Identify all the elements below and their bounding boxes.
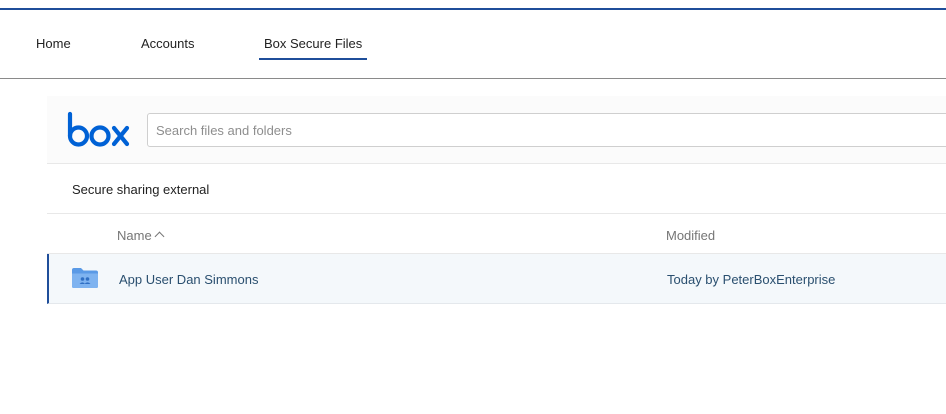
shared-folder-icon bbox=[72, 268, 98, 288]
box-logo bbox=[67, 111, 130, 147]
box-file-browser: Secure sharing external Name Modified Ap… bbox=[47, 96, 946, 306]
file-name-link[interactable]: App User Dan Simmons bbox=[119, 272, 258, 287]
search-input[interactable] bbox=[147, 113, 946, 147]
top-navigation: Home Accounts Box Secure Files bbox=[0, 10, 946, 79]
nav-box-secure-files[interactable]: Box Secure Files bbox=[258, 36, 368, 60]
file-row[interactable]: App User Dan Simmons Today by PeterBoxEn… bbox=[47, 254, 946, 304]
breadcrumb-current-folder: Secure sharing external bbox=[72, 182, 210, 197]
column-header-name[interactable]: Name bbox=[117, 228, 165, 243]
file-list-header: Name Modified bbox=[47, 214, 946, 254]
column-header-name-label: Name bbox=[117, 228, 152, 243]
sort-ascending-icon bbox=[154, 231, 165, 242]
file-modified-text: Today by PeterBoxEnterprise bbox=[667, 272, 836, 287]
nav-home[interactable]: Home bbox=[36, 36, 71, 51]
breadcrumb-bar: Secure sharing external bbox=[47, 164, 946, 214]
column-header-modified[interactable]: Modified bbox=[666, 228, 715, 243]
nav-accounts[interactable]: Accounts bbox=[141, 36, 194, 51]
box-header bbox=[47, 96, 946, 164]
